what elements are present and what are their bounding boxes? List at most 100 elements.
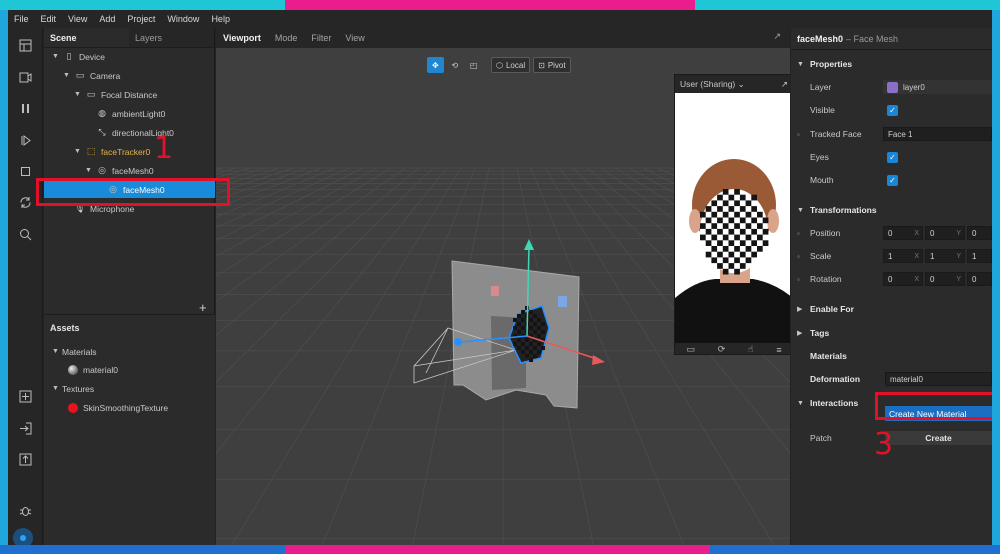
- value-text: 0: [888, 228, 893, 238]
- viewport[interactable]: Viewport Mode Filter View ↗ ✥ ⟲ ◰ ⬡ Local…: [216, 28, 790, 545]
- checker-cell: [734, 234, 740, 241]
- refresh-icon[interactable]: [17, 194, 33, 210]
- patch-create-button[interactable]: Create: [885, 431, 992, 445]
- play-icon[interactable]: [17, 132, 33, 148]
- expand-arrow-icon[interactable]: ▼: [52, 53, 62, 60]
- axis-label: Y: [956, 229, 961, 237]
- expand-arrow-icon: ▼: [52, 348, 59, 355]
- stop-icon[interactable]: [17, 163, 33, 179]
- menu-add[interactable]: Add: [93, 14, 121, 24]
- simulator-panel: User (Sharing) ⌄ ↗ ▭ ⟳ ☝ ≡: [674, 74, 790, 355]
- search-icon[interactable]: [17, 226, 33, 242]
- checker-cell: [745, 257, 752, 264]
- rotation-y-field[interactable]: 0Y: [925, 272, 965, 286]
- layout-icon[interactable]: [17, 37, 33, 53]
- checker-cell: [739, 251, 746, 258]
- gizmo-z-handle[interactable]: [454, 338, 462, 346]
- tree-item[interactable]: ◍ ambientLight0: [44, 105, 215, 122]
- tree-item[interactable]: ▼ ⬚ faceTracker0: [44, 143, 215, 160]
- eyes-checkbox[interactable]: ✓: [887, 151, 898, 163]
- asset-item-skin-smoothing-texture[interactable]: SkinSmoothingTexture: [44, 399, 215, 416]
- mouth-checkbox[interactable]: ✓: [887, 174, 898, 186]
- touch-icon[interactable]: ☝: [748, 344, 753, 355]
- checker-cell: [541, 330, 545, 334]
- collapse-arrow-icon: ▶: [797, 306, 803, 313]
- asset-group-textures[interactable]: ▼ Textures: [44, 380, 215, 397]
- position-z-field[interactable]: 0: [967, 226, 992, 240]
- checker-cell: [757, 246, 763, 252]
- checker-cell: [757, 223, 763, 229]
- device-selector[interactable]: User (Sharing) ⌄: [680, 79, 745, 90]
- camera-switch-icon[interactable]: ⟳: [718, 344, 726, 355]
- rotation-z-field[interactable]: 0: [967, 272, 992, 286]
- layer-select[interactable]: layer0: [883, 80, 992, 94]
- section-transformations[interactable]: ▼ Transformations: [791, 200, 992, 220]
- menu-icon[interactable]: ≡: [776, 345, 781, 355]
- tab-scene[interactable]: Scene: [44, 28, 129, 47]
- expand-arrow-icon[interactable]: ▼: [63, 72, 73, 79]
- cloud-notification-icon[interactable]: [13, 528, 33, 545]
- axis-label: X: [914, 229, 919, 237]
- gizmo-y-arrow: [524, 239, 534, 250]
- red-marker: [491, 286, 499, 296]
- tree-item[interactable]: ▼ ▯ Device: [44, 48, 215, 65]
- checker-cell: [521, 310, 525, 314]
- rotation-x-field[interactable]: 0X: [883, 272, 923, 286]
- checker-cell: [745, 246, 752, 252]
- checker-cell: [529, 350, 533, 354]
- visible-checkbox[interactable]: ✓: [887, 104, 898, 116]
- video-icon[interactable]: [17, 69, 33, 85]
- checker-cell: [533, 330, 537, 334]
- menu-help[interactable]: Help: [205, 14, 236, 24]
- scale-x-field[interactable]: 1X: [883, 249, 923, 263]
- simulator-header: User (Sharing) ⌄ ↗: [675, 75, 790, 93]
- checker-cell: [529, 358, 533, 362]
- asset-group-materials[interactable]: ▼ Materials: [44, 343, 215, 360]
- tab-layers[interactable]: Layers: [129, 28, 214, 47]
- popout-icon[interactable]: ↗: [781, 79, 788, 90]
- video-icon[interactable]: ▭: [686, 344, 695, 355]
- tree-item[interactable]: ▼ ▭ Focal Distance: [44, 86, 215, 103]
- scale-y-field[interactable]: 1Y: [925, 249, 965, 263]
- tree-item[interactable]: ▼ ◎ faceMesh0: [44, 162, 215, 179]
- collapse-arrow-icon: ▶: [797, 330, 803, 337]
- section-properties[interactable]: ▼ Properties: [791, 54, 992, 74]
- bug-icon[interactable]: [17, 502, 33, 518]
- menu-edit[interactable]: Edit: [35, 14, 63, 24]
- section-enable-for[interactable]: ▶ Enable For: [791, 299, 992, 319]
- export-icon[interactable]: [17, 451, 33, 467]
- menu-window[interactable]: Window: [161, 14, 205, 24]
- person-ear-left: [689, 209, 701, 233]
- position-x-field[interactable]: 0X: [883, 226, 923, 240]
- position-y-field[interactable]: 0Y: [925, 226, 965, 240]
- login-icon[interactable]: [17, 420, 33, 436]
- simulator-footer: ▭ ⟳ ☝ ≡: [675, 343, 790, 356]
- connect-handle-icon[interactable]: ◦: [797, 275, 800, 284]
- expand-arrow-icon[interactable]: ▼: [85, 167, 95, 174]
- expand-arrow-icon[interactable]: ▼: [74, 148, 84, 155]
- section-title: Tags: [810, 328, 830, 338]
- checker-cell: [728, 217, 735, 224]
- scale-z-field[interactable]: 1: [967, 249, 992, 263]
- checker-cell: [734, 257, 740, 264]
- asset-item-material0[interactable]: material0: [44, 361, 215, 378]
- tree-item[interactable]: ⤡ directionalLight0: [44, 124, 215, 141]
- menu-view[interactable]: View: [62, 14, 93, 24]
- tracked-face-field[interactable]: Face 1: [883, 127, 992, 141]
- checker-cell: [751, 240, 757, 246]
- add-object-button[interactable]: +: [199, 300, 207, 315]
- tree-item[interactable]: ▼ ▭ Camera: [44, 67, 215, 84]
- connect-handle-icon[interactable]: ◦: [797, 130, 800, 139]
- deformation-select[interactable]: material0: [885, 372, 992, 386]
- connect-handle-icon[interactable]: ◦: [797, 229, 800, 238]
- checker-cell: [541, 346, 545, 350]
- menu-project[interactable]: Project: [121, 14, 161, 24]
- checker-cell: [734, 189, 740, 195]
- pause-icon[interactable]: [17, 100, 33, 116]
- tree-item-label: Focal Distance: [101, 89, 158, 100]
- expand-arrow-icon[interactable]: ▼: [74, 91, 84, 98]
- menu-file[interactable]: File: [8, 14, 35, 24]
- connect-handle-icon[interactable]: ◦: [797, 252, 800, 261]
- import-icon[interactable]: [17, 388, 33, 404]
- section-tags[interactable]: ▶ Tags: [791, 323, 992, 343]
